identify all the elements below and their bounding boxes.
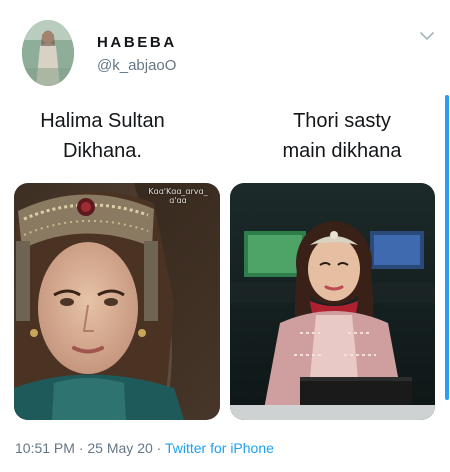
caption-left: Halima Sultan Dikhana. bbox=[10, 106, 195, 166]
right-photo[interactable] bbox=[230, 183, 435, 420]
tweet: HABEBA @k_abjaoO Halima Sultan Dikhana. … bbox=[0, 0, 450, 472]
left-photo-watermark: Kɑɑ'Kɑɑ_ɑrvɑ_ ɑ'ɑɑ bbox=[148, 187, 208, 205]
chevron-down-icon[interactable] bbox=[418, 30, 436, 42]
right-photo-image bbox=[230, 183, 435, 420]
caption-left-line2: Dikhana. bbox=[63, 140, 142, 162]
avatar-image bbox=[22, 20, 74, 86]
display-name[interactable]: HABEBA bbox=[97, 34, 177, 51]
avatar[interactable] bbox=[22, 20, 74, 86]
caption-right: Thori sasty main dikhana bbox=[262, 106, 422, 166]
meta-separator-2: · bbox=[152, 440, 165, 456]
caption-left-line1: Halima Sultan bbox=[40, 110, 165, 132]
tweet-source-link[interactable]: Twitter for iPhone bbox=[165, 440, 274, 456]
meta-separator-1: · bbox=[74, 440, 88, 456]
tweet-time[interactable]: 10:51 PM bbox=[15, 440, 75, 456]
caption-right-line1: Thori sasty bbox=[293, 110, 391, 132]
caption-right-line2: main dikhana bbox=[282, 140, 402, 162]
user-handle[interactable]: @k_abjaoO bbox=[97, 57, 176, 74]
scrollbar[interactable] bbox=[445, 95, 449, 400]
tweet-meta: 10:51 PM · 25 May 20 · Twitter for iPhon… bbox=[15, 440, 274, 456]
left-photo-image bbox=[14, 183, 220, 420]
tweet-date[interactable]: 25 May 20 bbox=[87, 440, 152, 456]
left-photo[interactable] bbox=[14, 183, 220, 420]
